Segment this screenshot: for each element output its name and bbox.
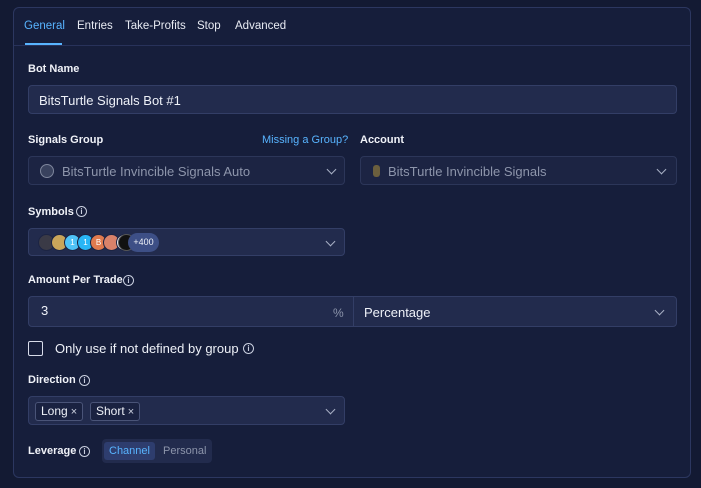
amount-type-value: Percentage [364, 305, 431, 320]
tab-bar: General Entries Take-Profits Stop Advanc… [14, 8, 690, 46]
missing-group-link[interactable]: Missing a Group? [262, 134, 348, 146]
chevron-down-icon [656, 164, 667, 175]
tab-take-profits[interactable]: Take-Profits [125, 20, 186, 32]
chevron-down-icon [325, 236, 336, 247]
leverage-label: Leverage [28, 445, 77, 457]
amount-type-select[interactable]: Percentage [353, 296, 677, 327]
amount-unit: % [333, 306, 344, 320]
tab-stop[interactable]: Stop [197, 20, 221, 32]
group-avatar-icon [40, 164, 54, 178]
direction-chip-long: Long × [35, 402, 84, 421]
amount-input[interactable]: 3 % [28, 296, 354, 327]
amount-label: Amount Per Trade [28, 274, 123, 286]
bot-name-label: Bot Name [28, 63, 80, 75]
active-tab-indicator [25, 43, 62, 45]
account-select[interactable]: BitsTurtle Invincible Signals [360, 156, 677, 185]
direction-label: Direction [28, 374, 76, 386]
symbols-select[interactable]: 1 1 B S +400 [28, 228, 345, 256]
tab-general[interactable]: General [24, 20, 65, 32]
bot-name-input[interactable]: BitsTurtle Signals Bot #1 [28, 85, 677, 114]
only-use-checkbox[interactable] [28, 341, 43, 356]
remove-icon[interactable]: × [71, 406, 77, 418]
info-icon[interactable]: i [79, 446, 90, 457]
leverage-toggle: Channel Personal [102, 439, 212, 463]
symbols-label: Symbols [28, 206, 74, 218]
signals-group-label: Signals Group [28, 134, 104, 146]
chevron-down-icon [326, 164, 337, 175]
amount-value: 3 [41, 303, 49, 318]
chevron-down-icon [325, 404, 336, 415]
tab-advanced[interactable]: Advanced [235, 20, 286, 32]
info-icon[interactable]: i [123, 275, 134, 286]
exchange-logo-icon [373, 165, 380, 177]
chevron-down-icon [654, 305, 665, 316]
remove-icon[interactable]: × [128, 406, 134, 418]
bot-name-value: BitsTurtle Signals Bot #1 [39, 93, 181, 108]
direction-select[interactable]: Long × Short × [28, 396, 345, 425]
only-use-label: Only use if not defined by group [55, 341, 239, 356]
signals-group-select[interactable]: BitsTurtle Invincible Signals Auto [28, 156, 345, 185]
account-value: BitsTurtle Invincible Signals [388, 164, 547, 179]
leverage-option-personal[interactable]: Personal [158, 442, 211, 460]
info-icon[interactable]: i [243, 343, 254, 354]
signals-group-value: BitsTurtle Invincible Signals Auto [62, 164, 251, 179]
leverage-option-channel[interactable]: Channel [104, 442, 155, 460]
info-icon[interactable]: i [79, 375, 90, 386]
info-icon[interactable]: i [76, 206, 87, 217]
tab-entries[interactable]: Entries [77, 20, 113, 32]
direction-chip-short: Short × [90, 402, 141, 421]
account-label: Account [360, 134, 404, 146]
more-symbols-badge: +400 [128, 233, 159, 252]
